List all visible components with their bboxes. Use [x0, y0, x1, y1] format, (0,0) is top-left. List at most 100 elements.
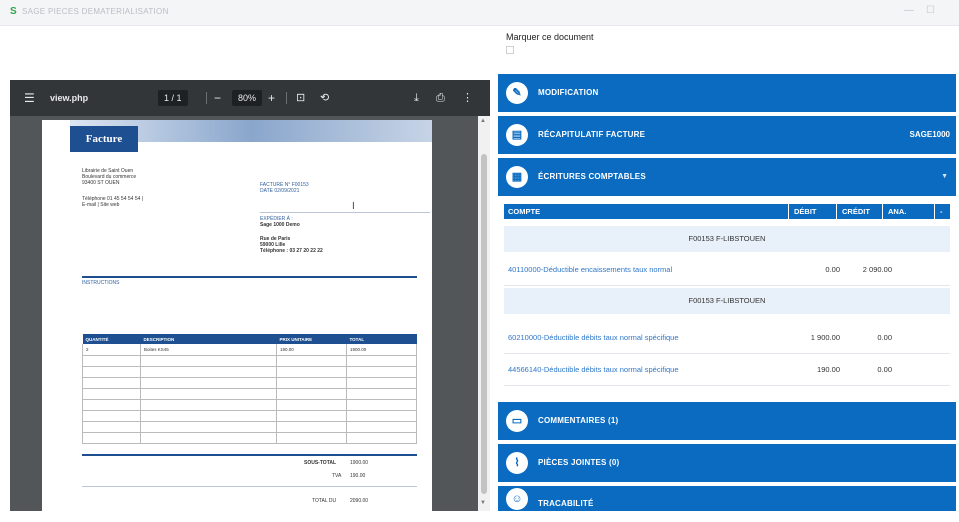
window-title: SAGE PIECES DEMATERIALISATION [22, 7, 169, 16]
account-link[interactable]: 60210000-Déductible débits taux normal s… [508, 322, 679, 354]
entries-header: COMPTE DÉBIT CRÉDIT ANA. - [504, 204, 950, 219]
rotate-icon[interactable]: ⟲ [320, 80, 329, 116]
cell: Boites KS45 [140, 344, 277, 356]
mark-document-label: Marquer ce document [506, 32, 594, 42]
col-debit[interactable]: DÉBIT [794, 204, 817, 219]
debit-value: 0.00 [825, 265, 840, 274]
ledger-icon: ▦ [506, 166, 528, 188]
pdf-filename: view.php [50, 93, 89, 103]
invoice-page: Facture Librairie de Saint Ouen Boulevar… [42, 120, 432, 511]
cell: 1900.00 [346, 344, 417, 356]
column-menu-icon[interactable]: - [940, 204, 943, 219]
cell: 2 [82, 344, 141, 356]
invoice-date: DATE 02/09/2021 [260, 188, 300, 194]
print-icon[interactable]: ⎙ [436, 80, 445, 116]
pdf-scrollbar[interactable]: ▲ ▼ [478, 116, 490, 511]
divider [82, 454, 417, 456]
panel-pieces-jointes[interactable]: ⌇ PIÈCES JOINTES (0) [498, 444, 956, 482]
panel-label: RÉCAPITULATIF FACTURE [538, 130, 646, 139]
invoice-table: QUANTITÉ DESCRIPTION PRIX UNITAIRE TOTAL… [82, 334, 417, 444]
seller-line: E-mail | Site web [82, 202, 120, 208]
paperclip-icon: ⌇ [506, 452, 528, 474]
subtotal-label: SOUS-TOTAL [304, 460, 337, 466]
entry-group-header: F00153 F-LIBSTOUEN [504, 288, 950, 314]
scroll-down-icon[interactable]: ▼ [480, 500, 486, 506]
account-link[interactable]: 44566140-Déductible débits taux normal s… [508, 354, 679, 386]
account-link[interactable]: 40110000-Déductible encaissements taux n… [508, 254, 672, 286]
credit-value: 0.00 [877, 365, 892, 374]
zoom-in-icon[interactable]: + [268, 80, 275, 116]
pdf-viewport[interactable]: Facture Librairie de Saint Ouen Boulevar… [10, 116, 490, 511]
panel-label: COMMENTAIRES (1) [538, 416, 619, 425]
col-credit[interactable]: CRÉDIT [842, 204, 870, 219]
panel-label: TRACABILITÉ [538, 499, 594, 508]
people-icon: ☺ [506, 488, 528, 510]
page-input[interactable]: 1 / 1 [158, 80, 188, 116]
fit-page-icon[interactable]: ⊡ [296, 80, 305, 116]
panel-modification[interactable]: ✎ MODIFICATION [498, 74, 956, 112]
total-label: TOTAL DU [312, 498, 337, 504]
col-header: PRIX UNITAIRE [276, 334, 347, 344]
toolbar-divider [286, 92, 287, 104]
col-compte[interactable]: COMPTE [508, 204, 540, 219]
table-row[interactable]: 60210000-Déductible débits taux normal s… [504, 322, 950, 354]
pdf-toolbar: ☰ view.php 1 / 1 − 80% + ⊡ ⟲ ⤓ ⎙ ⋮ [10, 80, 490, 116]
credit-value: 2 090.00 [862, 265, 892, 274]
col-divider [788, 204, 789, 219]
tva-value: 190.00 [350, 473, 366, 479]
cell: 190.00 [276, 344, 347, 356]
zoom-level[interactable]: 80% [232, 80, 263, 116]
panel-label: MODIFICATION [538, 88, 599, 97]
table-row [82, 366, 417, 378]
minimize-icon[interactable]: — [904, 5, 914, 16]
app-logo-icon: S [10, 6, 17, 17]
table-row [82, 355, 417, 367]
instructions-label: INSTRUCTIONS [82, 280, 120, 286]
table-row [82, 421, 417, 433]
menu-icon[interactable]: ☰ [24, 80, 35, 116]
table-row[interactable]: 44566140-Déductible débits taux normal s… [504, 354, 950, 386]
debit-value: 190.00 [817, 365, 840, 374]
invoice-icon: ▤ [506, 124, 528, 146]
panel-label: PIÈCES JOINTES (0) [538, 458, 620, 467]
panel-recap-facture[interactable]: ▤ RÉCAPITULATIF FACTURE SAGE1000 [498, 116, 956, 154]
more-options-icon[interactable]: ⋮ [462, 80, 473, 116]
scroll-thumb[interactable] [481, 154, 487, 494]
credit-value: 0.00 [877, 333, 892, 342]
col-divider [882, 204, 883, 219]
tva-label: TVA [332, 473, 342, 479]
divider [260, 212, 430, 213]
table-row [82, 410, 417, 422]
table-row: 2 Boites KS45 190.00 1900.00 [82, 344, 417, 356]
maximize-icon[interactable]: ☐ [926, 5, 935, 16]
table-row [82, 399, 417, 411]
pencil-icon: ✎ [506, 82, 528, 104]
invoice-title: Facture [70, 126, 138, 152]
table-row [82, 432, 417, 444]
seller-line: 93400 ST OUEN [82, 180, 120, 186]
col-divider [836, 204, 837, 219]
col-header: TOTAL [346, 334, 417, 344]
mark-document-checkbox[interactable] [506, 46, 514, 54]
download-icon[interactable]: ⤓ [414, 80, 419, 116]
panel-commentaires[interactable]: ▭ COMMENTAIRES (1) [498, 402, 956, 440]
total-value: 2090.00 [350, 498, 369, 504]
debit-value: 1 900.00 [810, 333, 840, 342]
table-row [82, 388, 417, 400]
window-titlebar: S SAGE PIECES DEMATERIALISATION — ☐ [0, 0, 959, 26]
table-row [82, 377, 417, 389]
table-row[interactable]: 40110000-Déductible encaissements taux n… [504, 254, 950, 286]
ship-to-line: Téléphone : 03 27 20 22 22 [260, 248, 323, 254]
scroll-up-icon[interactable]: ▲ [480, 118, 486, 124]
accounting-entries: COMPTE DÉBIT CRÉDIT ANA. - F00153 F-LIBS… [498, 198, 956, 394]
panel-tracabilite[interactable]: ☺ TRACABILITÉ [498, 486, 956, 511]
panel-ecritures-comptables[interactable]: ▦ ÉCRITURES COMPTABLES ▼ [498, 158, 956, 196]
divider [82, 276, 417, 278]
ship-to-line: Sage 1000 Demo [260, 222, 300, 228]
comment-icon: ▭ [506, 410, 528, 432]
panel-label: ÉCRITURES COMPTABLES [538, 172, 646, 181]
col-header: DESCRIPTION [140, 334, 277, 344]
toolbar-divider [206, 92, 207, 104]
col-ana[interactable]: ANA. [888, 204, 906, 219]
zoom-out-icon[interactable]: − [214, 80, 221, 116]
